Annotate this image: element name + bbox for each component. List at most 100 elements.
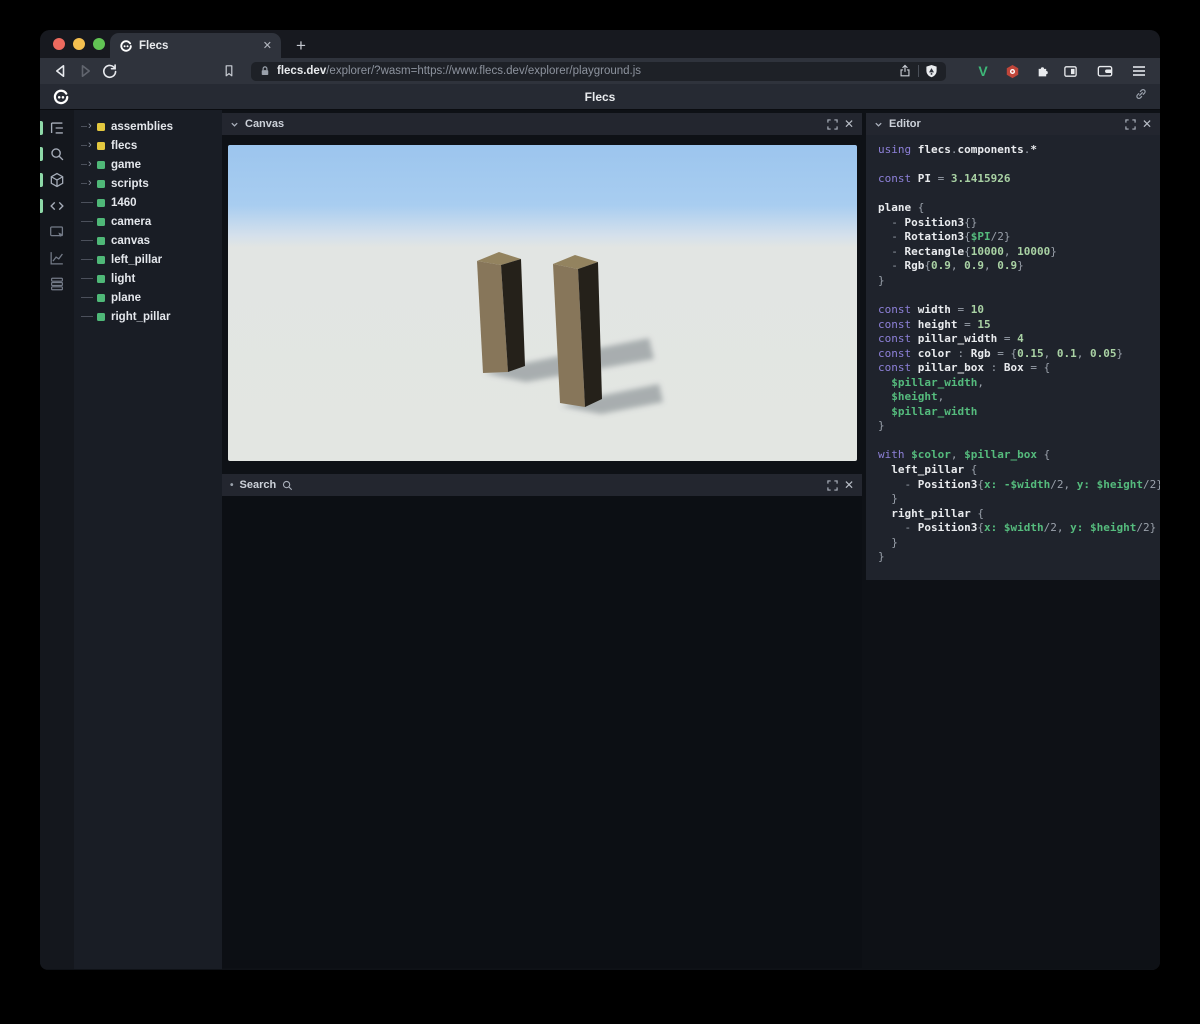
traffic-lights	[53, 38, 105, 50]
search-icon[interactable]	[40, 141, 74, 167]
close-icon[interactable]: ✕	[1142, 117, 1152, 131]
expand-icon[interactable]	[1125, 118, 1136, 130]
entity-color-square	[97, 217, 105, 226]
canvas-select-icon[interactable]	[40, 219, 74, 245]
browser-tab-flecs[interactable]: Flecs ✕	[110, 33, 281, 58]
tab-close-icon[interactable]: ✕	[263, 39, 272, 52]
code-editor[interactable]: using flecs.components.* const PI = 3.14…	[866, 135, 1160, 580]
queries-icon[interactable]	[40, 271, 74, 297]
tree-item-label: 1460	[111, 196, 137, 209]
entity-color-square	[97, 293, 105, 302]
entity-tree-icon[interactable]	[40, 115, 74, 141]
share-link-icon[interactable]	[1134, 87, 1148, 106]
tree-item-plane[interactable]: plane	[74, 288, 222, 307]
entity-color-square	[97, 122, 105, 131]
tree-item-label: canvas	[111, 234, 151, 247]
canvas-panel-header[interactable]: Canvas ✕	[222, 113, 862, 135]
close-icon[interactable]: ✕	[844, 478, 854, 492]
code-line: - Rgb{0.9, 0.9, 0.9}	[878, 259, 1024, 273]
expand-chevron-icon[interactable]: ›	[81, 140, 96, 151]
url-bar[interactable]: flecs.dev/explorer/?wasm=https://www.fle…	[251, 61, 946, 81]
url-path: /explorer/?wasm=https://www.flecs.dev/ex…	[326, 65, 642, 77]
tree-item-game[interactable]: › game	[74, 155, 222, 174]
reload-button[interactable]	[97, 60, 121, 82]
tree-item-flecs[interactable]: › flecs	[74, 136, 222, 155]
lock-icon	[259, 65, 271, 77]
browser-window: Flecs ✕ + flecs.dev/explorer/?wasm=https…	[40, 30, 1160, 970]
expand-icon[interactable]	[827, 479, 838, 491]
code-line: - Position3{x: -$width/2, y: $height/2}	[878, 477, 1160, 491]
share-icon[interactable]	[898, 64, 912, 78]
minimize-window-button[interactable]	[73, 38, 85, 50]
editor-panel-header[interactable]: Editor ✕	[866, 113, 1160, 135]
code-line: const PI = 3.1415926	[878, 172, 1011, 186]
entity-tree-panel: › assemblies › flecs › game › scripts 1460 camera…	[74, 110, 222, 969]
back-button[interactable]	[49, 60, 73, 82]
code-line: }	[878, 535, 898, 549]
maximize-window-button[interactable]	[93, 38, 105, 50]
adblock-extension-icon[interactable]	[1002, 61, 1022, 81]
page-title: Flecs	[584, 89, 616, 104]
code-line: const width = 10	[878, 303, 984, 317]
close-icon[interactable]: ✕	[844, 117, 854, 131]
sidebar-icon[interactable]	[1060, 61, 1080, 81]
code-line: }	[878, 273, 885, 287]
bookmark-icon[interactable]	[217, 60, 241, 82]
code-line: plane {	[878, 201, 925, 215]
code-icon[interactable]	[40, 193, 74, 219]
tree-item-camera[interactable]: camera	[74, 212, 222, 231]
code-line: left_pillar {	[878, 463, 978, 477]
entity-color-square	[97, 179, 105, 188]
tab-bar: Flecs ✕ +	[40, 30, 1160, 58]
tree-item-scripts[interactable]: › scripts	[74, 174, 222, 193]
search-panel-header[interactable]: • Search ✕	[222, 474, 862, 496]
close-window-button[interactable]	[53, 38, 65, 50]
wallet-icon[interactable]	[1095, 61, 1115, 81]
code-line: const color : Rgb = {0.15, 0.1, 0.05}	[878, 346, 1124, 360]
tree-item-label: camera	[111, 215, 152, 228]
forward-button[interactable]	[73, 60, 97, 82]
canvas-viewport[interactable]	[228, 145, 857, 461]
extension-area: V	[973, 61, 1151, 81]
tree-item-left_pillar[interactable]: left_pillar	[74, 250, 222, 269]
tree-item-right_pillar[interactable]: right_pillar	[74, 307, 222, 326]
expand-icon[interactable]	[827, 118, 838, 130]
search-icon	[282, 480, 293, 491]
expand-chevron-icon[interactable]: ›	[81, 121, 96, 132]
search-results-area[interactable]	[222, 496, 862, 968]
tree-item-1460[interactable]: 1460	[74, 193, 222, 212]
chevron-down-icon[interactable]	[230, 120, 239, 129]
extensions-puzzle-icon[interactable]	[1031, 61, 1051, 81]
code-line: using flecs.components.*	[878, 143, 1037, 156]
entity-color-square	[97, 312, 105, 321]
expand-chevron-icon[interactable]: ›	[81, 178, 96, 189]
new-tab-button[interactable]: +	[296, 36, 306, 56]
chevron-down-icon[interactable]	[874, 120, 883, 129]
tree-item-assemblies[interactable]: › assemblies	[74, 117, 222, 136]
search-panel-title: Search	[239, 479, 277, 491]
entities-icon[interactable]	[40, 167, 74, 193]
entity-color-square	[97, 255, 105, 264]
code-line: $height,	[878, 390, 945, 404]
code-line: - Rectangle{10000, 10000}	[878, 244, 1057, 258]
code-line: - Rotation3{$PI/2}	[878, 230, 1011, 244]
code-line: }	[878, 419, 885, 433]
code-line: $pillar_width,	[878, 375, 984, 389]
tree-item-label: left_pillar	[111, 253, 163, 266]
tree-item-light[interactable]: light	[74, 269, 222, 288]
statistics-icon[interactable]	[40, 245, 74, 271]
entity-color-square	[97, 236, 105, 245]
vue-devtools-icon[interactable]: V	[973, 61, 993, 81]
tree-guide	[81, 202, 96, 203]
brave-shield-icon[interactable]	[925, 64, 938, 78]
flecs-logo[interactable]	[52, 88, 70, 106]
bullet-icon: •	[230, 479, 234, 491]
tree-item-canvas[interactable]: canvas	[74, 231, 222, 250]
3d-scene[interactable]	[228, 145, 857, 461]
menu-icon[interactable]	[1129, 61, 1149, 81]
expand-chevron-icon[interactable]: ›	[81, 159, 96, 170]
tree-guide	[81, 316, 96, 317]
